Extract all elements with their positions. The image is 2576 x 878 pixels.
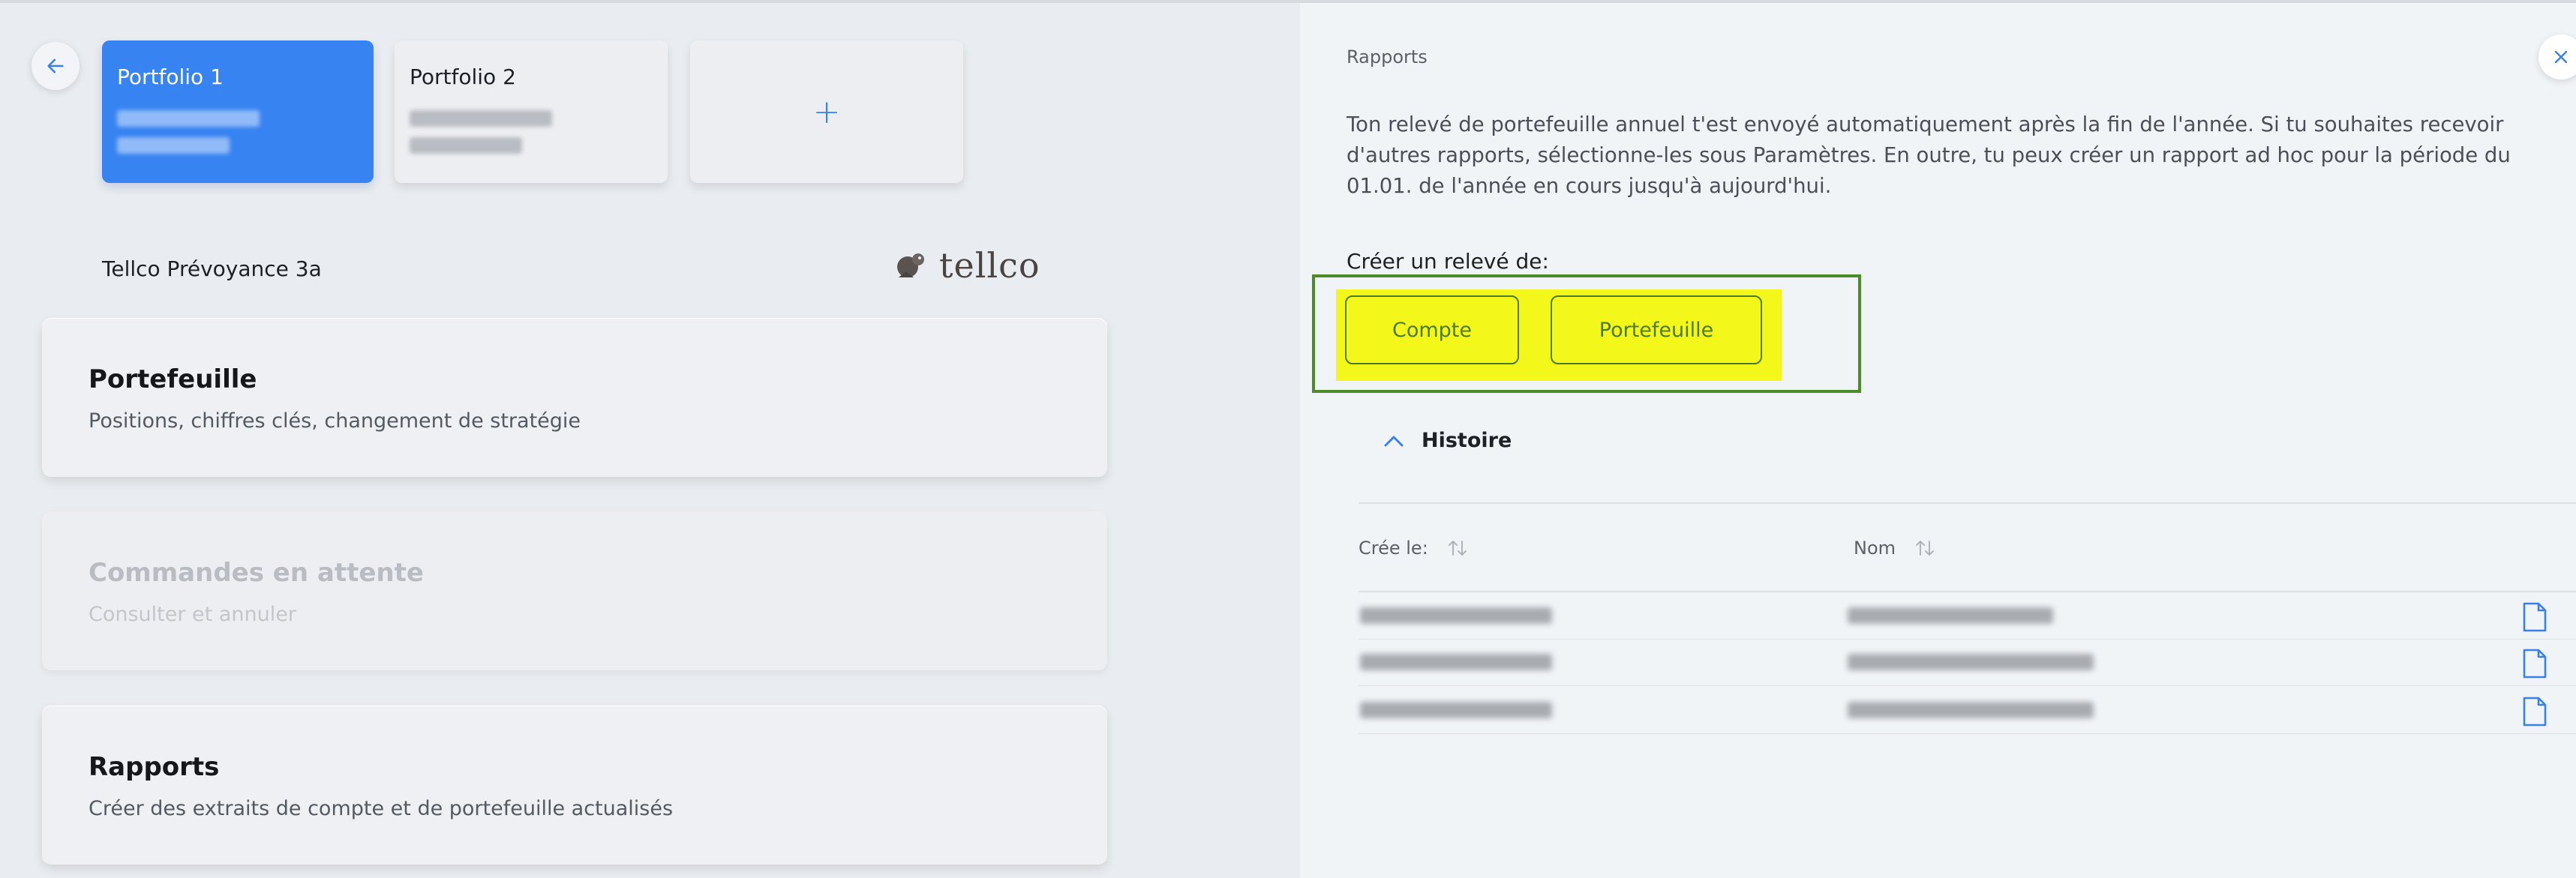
menu-card-portfolio[interactable]: Portefeuille Positions, chiffres clés, c… <box>42 318 1107 477</box>
close-button[interactable] <box>2538 34 2576 79</box>
logo-wordmark: tellco <box>939 245 1040 286</box>
portfolio-tab-2-label: Portfolio 2 <box>410 64 516 89</box>
redacted-value <box>117 110 260 127</box>
column-header-name[interactable]: Nom <box>1854 537 1936 559</box>
divider <box>1359 685 2576 686</box>
create-account-statement-button[interactable]: Compte <box>1345 295 1519 364</box>
menu-card-pending-orders: Commandes en attente Consulter et annule… <box>42 511 1107 670</box>
left-pane: Portfolio 1 Portfolio 2 + Tellco Prévoya… <box>0 3 1300 878</box>
plus-icon: + <box>812 92 841 131</box>
document-icon[interactable] <box>2522 696 2547 727</box>
close-icon <box>2554 50 2568 64</box>
column-header-label: Nom <box>1854 538 1896 559</box>
column-header-label: Crée le: <box>1359 538 1428 559</box>
divider <box>1359 591 2576 592</box>
history-label: Histoire <box>1422 429 1512 452</box>
portfolio-tab-1[interactable]: Portfolio 1 <box>102 40 374 183</box>
redacted-date <box>1360 654 1552 670</box>
sort-icon <box>1916 541 1935 556</box>
menu-card-title: Portefeuille <box>89 364 257 394</box>
menu-card-reports[interactable]: Rapports Créer des extraits de compte et… <box>42 706 1107 865</box>
divider <box>1359 733 2576 734</box>
back-button[interactable] <box>32 42 80 90</box>
tellco-logo-icon <box>897 253 924 277</box>
redacted-value <box>410 137 522 154</box>
menu-card-subtitle: Consulter et annuler <box>89 603 296 626</box>
back-arrow-icon <box>47 58 64 73</box>
history-toggle[interactable]: Histoire <box>1383 429 1512 452</box>
menu-card-subtitle: Créer des extraits de compte et de porte… <box>89 797 674 820</box>
portfolio-tab-2[interactable]: Portfolio 2 <box>395 40 668 183</box>
reports-panel: Rapports Ton relevé de portefeuille annu… <box>1300 3 2576 878</box>
redacted-name <box>1848 607 2053 624</box>
panel-title: Rapports <box>1347 46 1428 67</box>
document-icon[interactable] <box>2522 648 2547 679</box>
redacted-date <box>1360 607 1552 624</box>
sort-icon <box>1448 541 1467 556</box>
chevron-up-icon <box>1384 436 1404 446</box>
redacted-name <box>1848 702 2094 718</box>
portfolio-tab-1-label: Portfolio 1 <box>117 64 224 89</box>
intro-text: Ton relevé de portefeuille annuel t'est … <box>1347 112 2511 198</box>
create-statement-label: Créer un relevé de: <box>1347 249 1549 274</box>
create-portfolio-statement-button[interactable]: Portefeuille <box>1551 295 1762 364</box>
redacted-value <box>117 137 230 154</box>
menu-card-title: Rapports <box>89 752 220 782</box>
redacted-date <box>1360 702 1552 718</box>
column-header-created[interactable]: Crée le: <box>1359 537 1469 559</box>
add-portfolio-button[interactable]: + <box>690 40 963 183</box>
provider-logo: tellco <box>891 244 1040 286</box>
divider <box>1359 639 2576 640</box>
provider-name: Tellco Prévoyance 3a <box>102 256 322 281</box>
redacted-value <box>410 110 552 127</box>
redacted-name <box>1848 654 2094 670</box>
divider <box>1359 502 2576 504</box>
menu-card-title: Commandes en attente <box>89 558 424 588</box>
document-icon[interactable] <box>2522 601 2547 633</box>
menu-card-subtitle: Positions, chiffres clés, changement de … <box>89 409 581 433</box>
